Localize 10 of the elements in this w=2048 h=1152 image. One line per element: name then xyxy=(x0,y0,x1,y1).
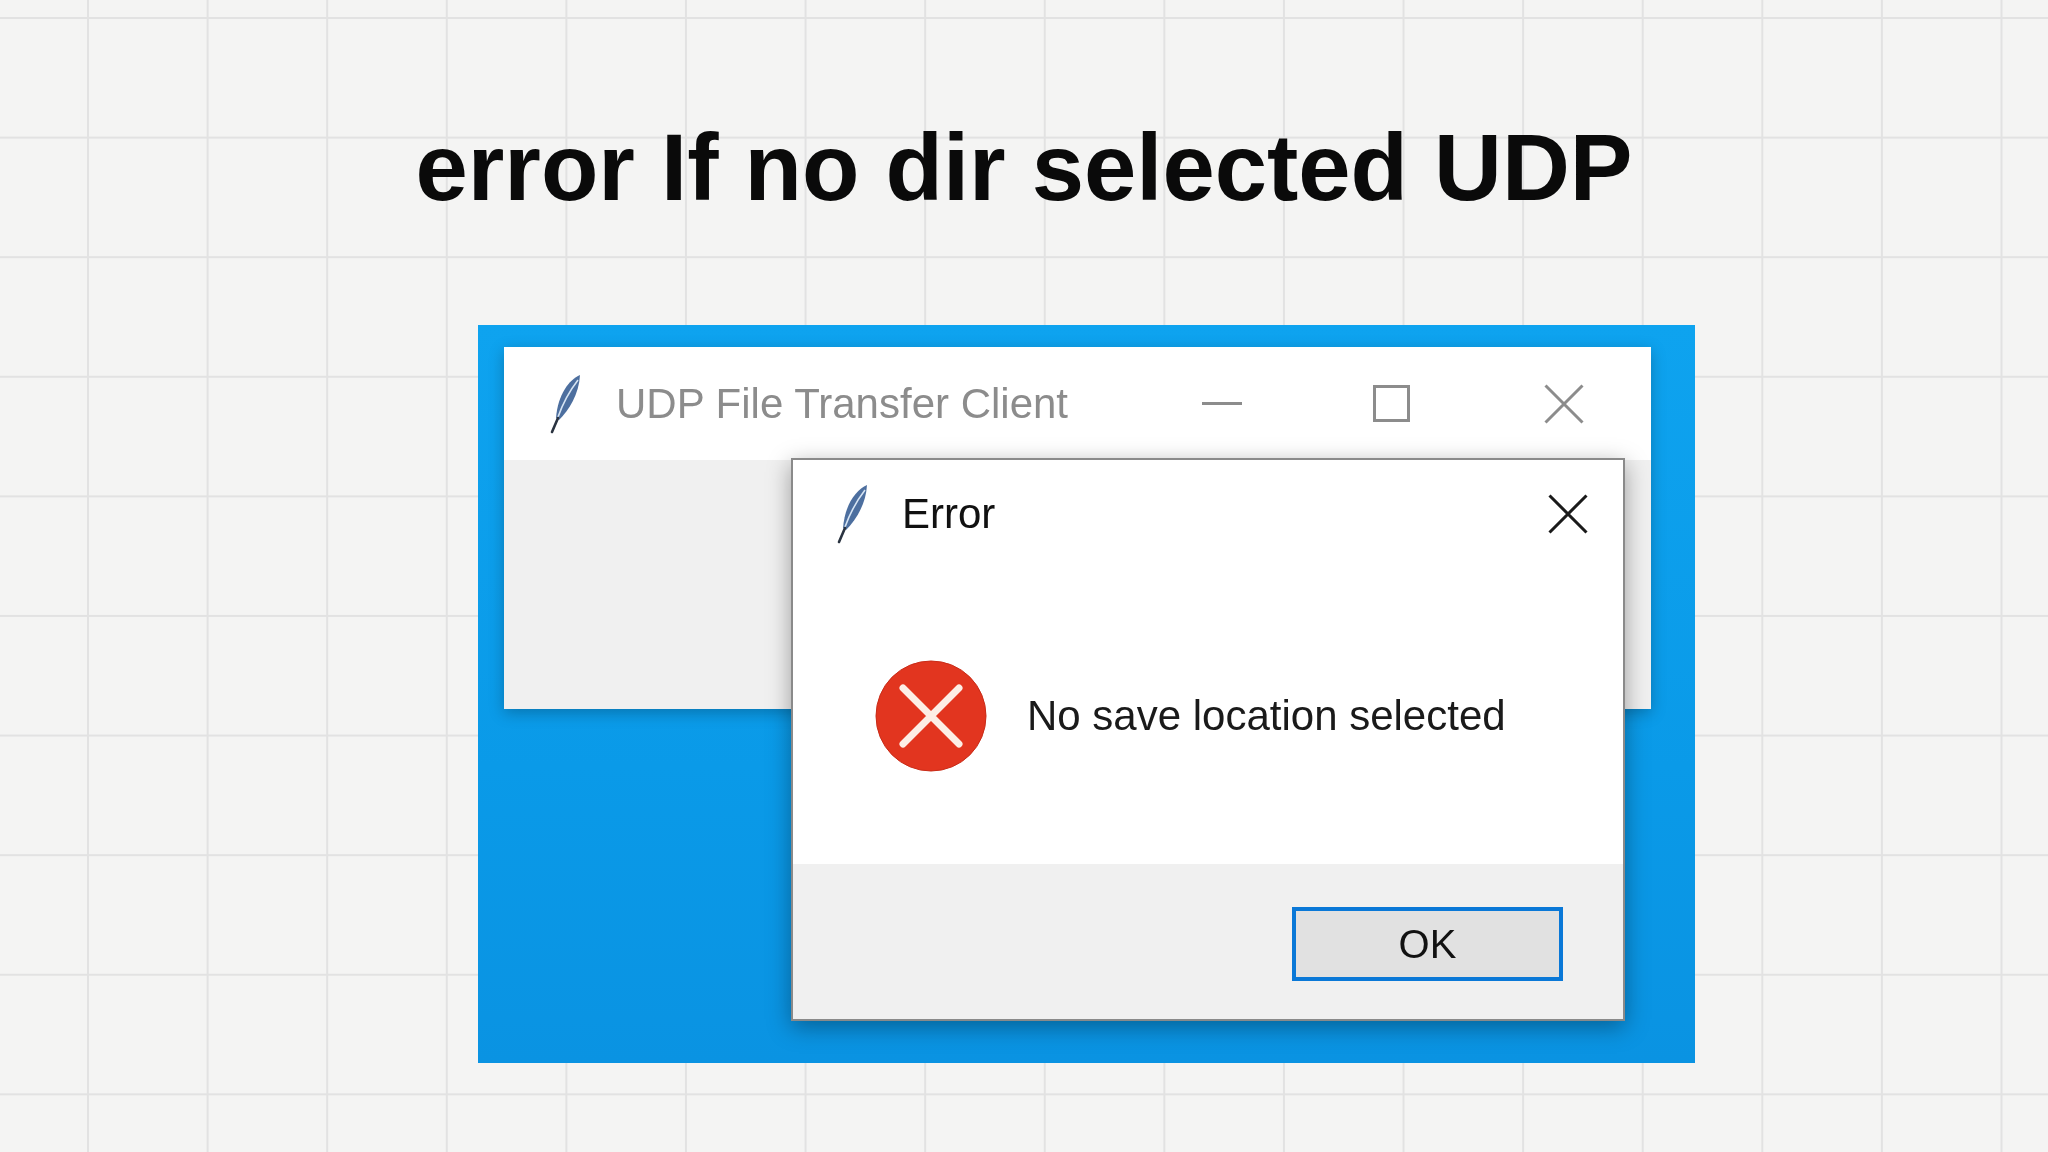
maximize-icon[interactable] xyxy=(1373,385,1410,422)
page-heading: error If no dir selected UDP xyxy=(415,121,1633,215)
close-icon[interactable] xyxy=(1548,494,1588,534)
window-title: UDP File Transfer Client xyxy=(616,379,1070,428)
feather-icon xyxy=(836,484,870,544)
dialog-title: Error xyxy=(902,490,997,538)
dialog-message: No save location selected xyxy=(1027,692,1506,740)
ok-button[interactable]: OK xyxy=(1292,907,1563,981)
feather-icon xyxy=(549,373,583,434)
error-icon xyxy=(875,660,987,772)
